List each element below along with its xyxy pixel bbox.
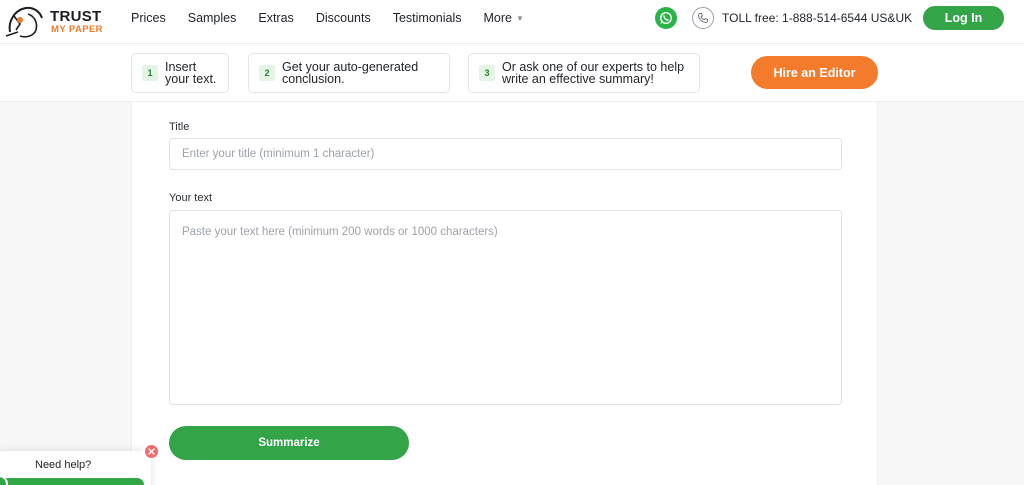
whatsapp-icon bbox=[659, 11, 673, 25]
nav-item-discounts[interactable]: Discounts bbox=[316, 11, 371, 25]
step-2: 2 Get your auto-generated conclusion. bbox=[248, 53, 450, 93]
step-text-line: write an effective summary! bbox=[502, 72, 654, 86]
nav-item-samples[interactable]: Samples bbox=[188, 11, 237, 25]
step-text: Insert your text. bbox=[165, 61, 217, 86]
nav-label: Discounts bbox=[315, 11, 371, 25]
nav-label: More bbox=[483, 11, 512, 25]
title-label: Title bbox=[169, 121, 190, 133]
phone-icon bbox=[697, 13, 708, 24]
nav-label: Testimonials bbox=[392, 11, 462, 25]
step-text: Or ask one of our experts to help write … bbox=[502, 61, 684, 86]
main-nav: Prices Samples Extras Discounts Testimon… bbox=[131, 0, 546, 36]
phone-button[interactable] bbox=[692, 7, 714, 29]
help-label: Need help? bbox=[35, 459, 92, 471]
step-number: 3 bbox=[479, 65, 495, 81]
title-input[interactable] bbox=[169, 138, 842, 170]
help-chat-widget[interactable]: Need help? bbox=[0, 451, 151, 485]
step-1: 1 Insert your text. bbox=[131, 53, 229, 93]
help-close-button[interactable] bbox=[143, 443, 160, 460]
text-label: Your text bbox=[169, 192, 213, 204]
step-number: 1 bbox=[142, 65, 158, 81]
step-text: Get your auto-generated conclusion. bbox=[282, 61, 418, 86]
text-input[interactable] bbox=[169, 210, 842, 405]
summarize-button[interactable]: Summarize bbox=[169, 426, 409, 460]
whatsapp-button[interactable] bbox=[655, 7, 677, 29]
chat-icon bbox=[0, 475, 8, 485]
tollfree-phone-text[interactable]: TOLL free: 1-888-514-6544 US&UK bbox=[722, 11, 912, 25]
step-3: 3 Or ask one of our experts to help writ… bbox=[468, 53, 700, 93]
nav-label: Extras bbox=[258, 11, 294, 25]
nav-item-extras[interactable]: Extras bbox=[258, 11, 293, 25]
logo[interactable]: TRUST MY PAPER bbox=[4, 2, 104, 42]
help-chat-bar[interactable] bbox=[0, 478, 144, 485]
close-icon bbox=[148, 448, 155, 455]
hire-editor-button[interactable]: Hire an Editor bbox=[751, 56, 878, 89]
nav-item-prices[interactable]: Prices bbox=[131, 11, 166, 25]
nav-item-testimonials[interactable]: Testimonials bbox=[393, 11, 462, 25]
logo-text-trust: TRUST bbox=[50, 8, 102, 25]
logo-text-mypaper: MY PAPER bbox=[51, 24, 103, 35]
step-number: 2 bbox=[259, 65, 275, 81]
summarizer-form-card: Title Your text Summarize bbox=[131, 102, 878, 485]
nav-label: Samples bbox=[187, 11, 237, 25]
step-text-line: your text. bbox=[165, 72, 217, 86]
login-button[interactable]: Log In bbox=[923, 6, 1004, 30]
logo-mascot-icon bbox=[5, 6, 43, 38]
steps-bar: 1 Insert your text. 2 Get your auto-gene… bbox=[0, 44, 1024, 102]
nav-label: Prices bbox=[131, 11, 166, 25]
nav-item-more[interactable]: More ▼ bbox=[483, 11, 523, 25]
site-header: TRUST MY PAPER Prices Samples Extras Dis… bbox=[0, 0, 1024, 44]
step-text-line: conclusion. bbox=[282, 72, 345, 86]
chevron-down-icon: ▼ bbox=[515, 13, 524, 23]
